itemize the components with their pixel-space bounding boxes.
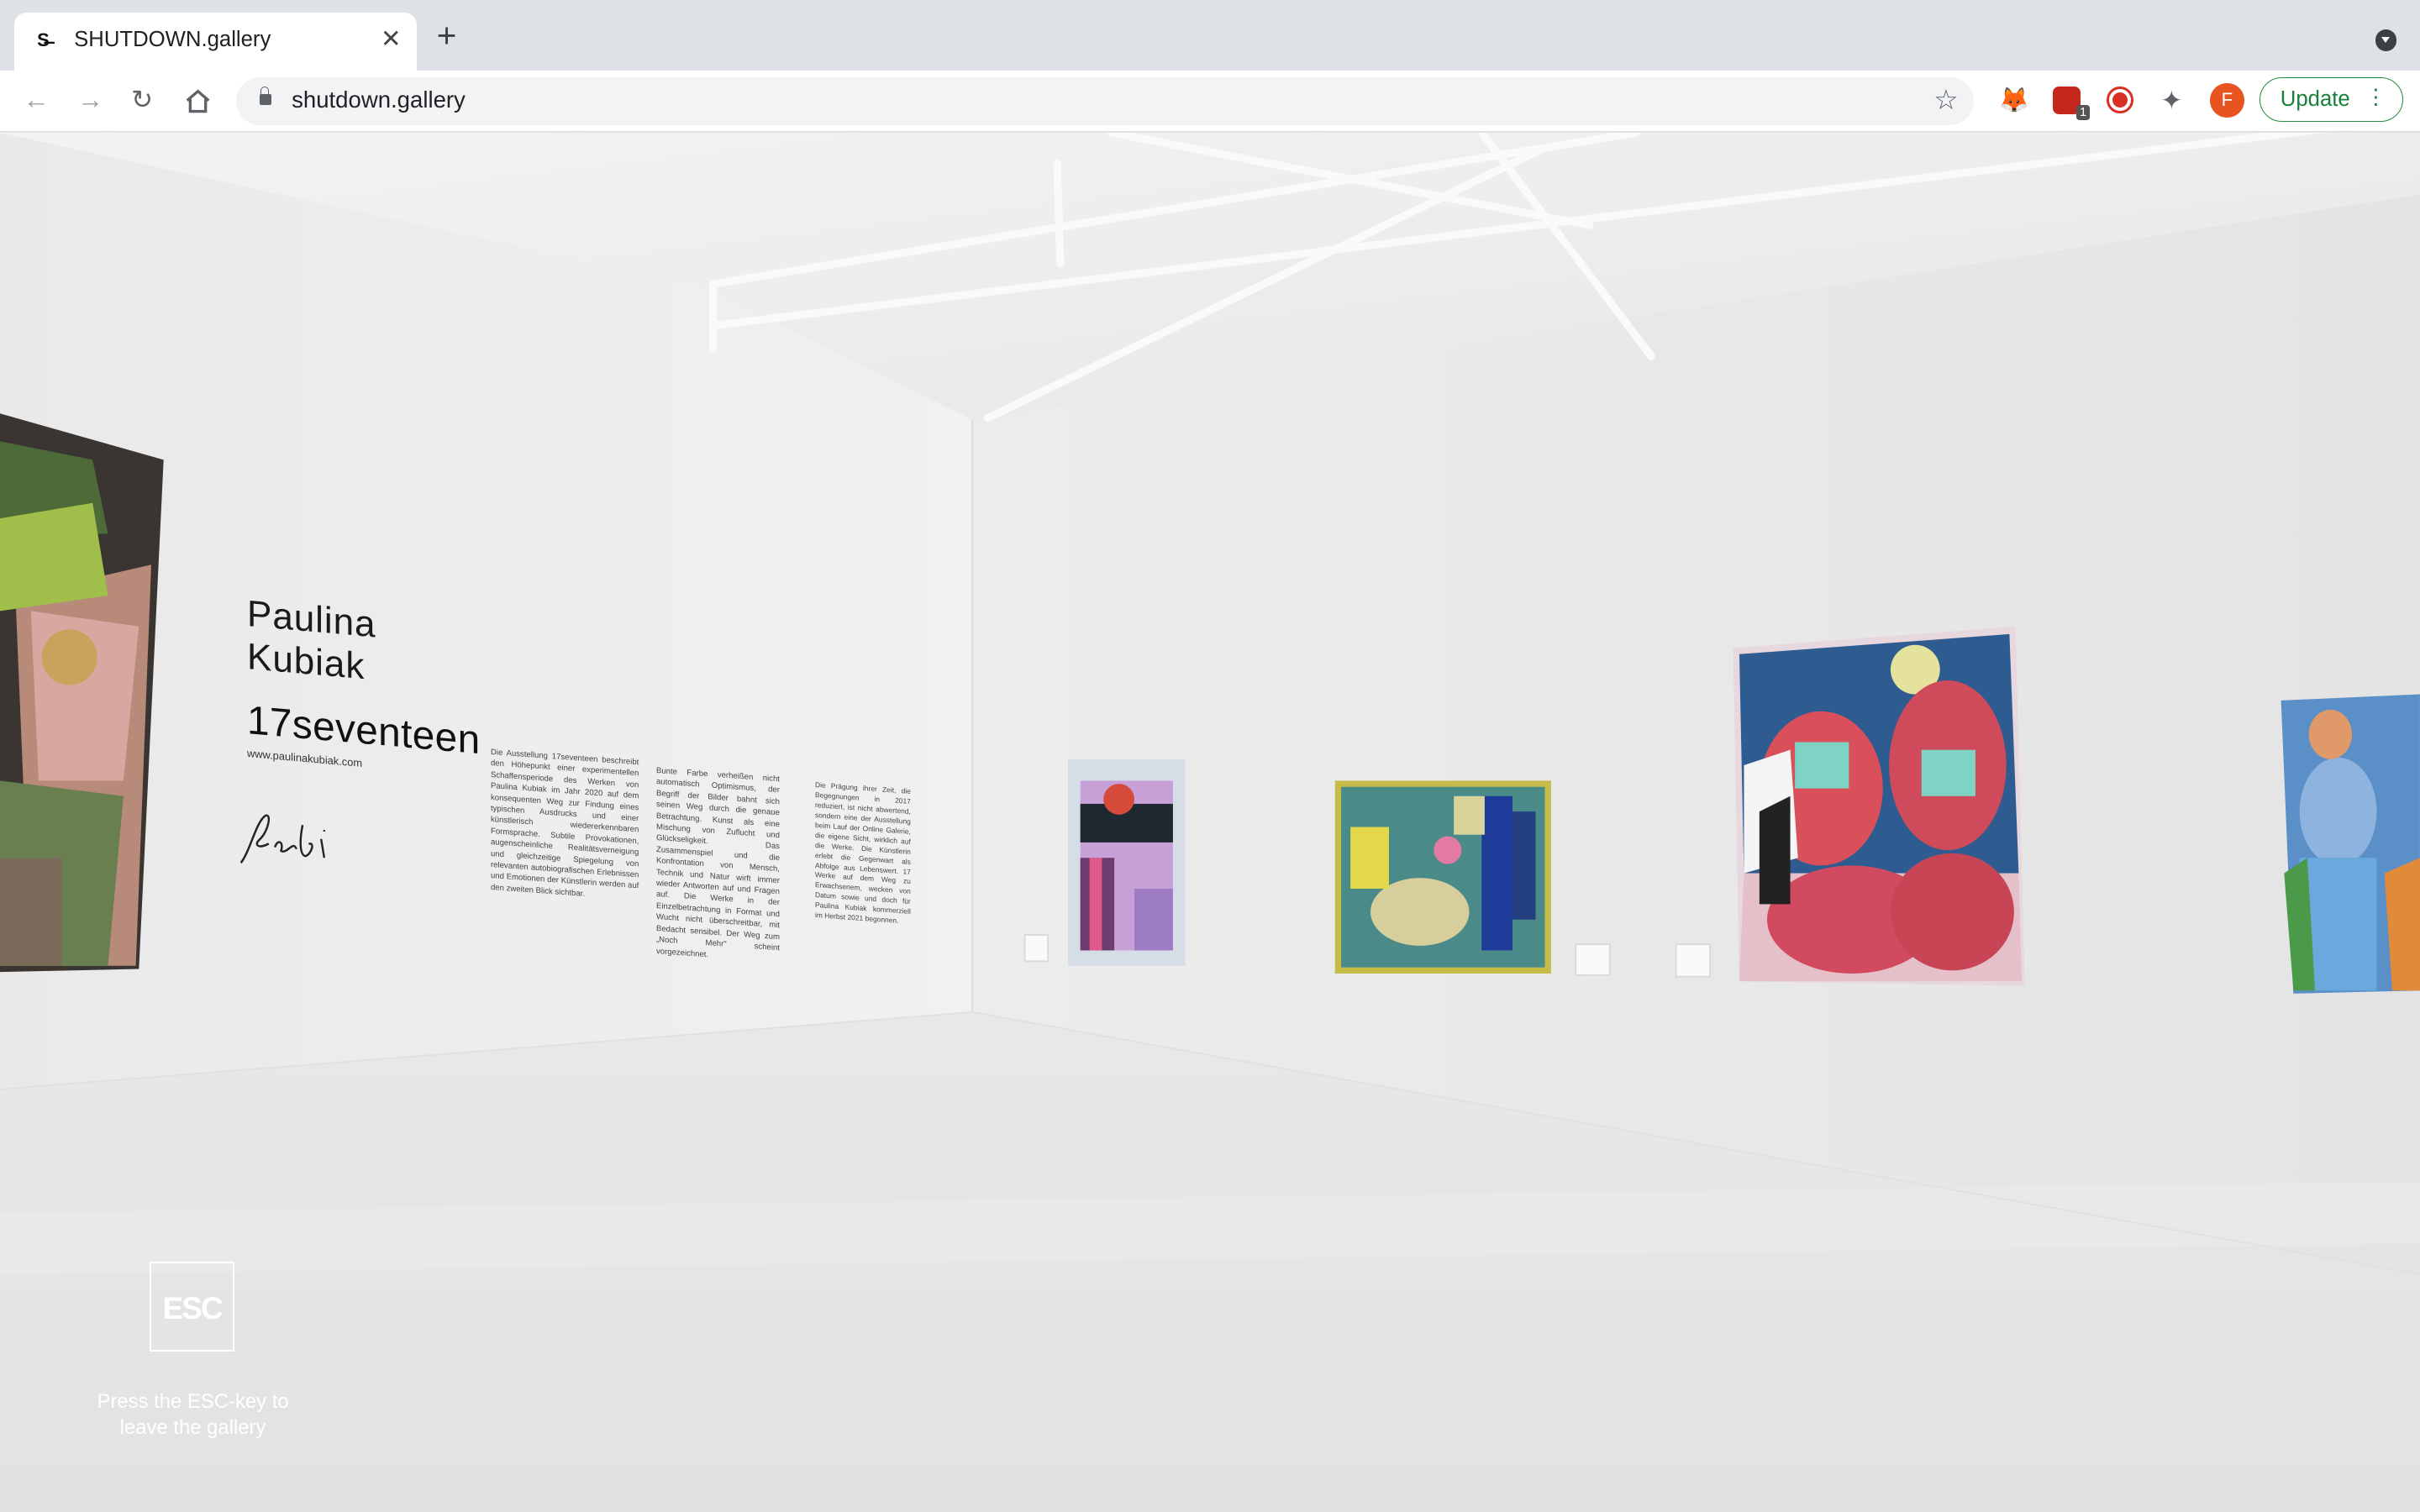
painting-1[interactable] bbox=[1067, 759, 1186, 966]
description-column-2: Bunte Farbe verheißen nicht automatisch … bbox=[655, 766, 780, 959]
address-bar[interactable]: shutdown.gallery ☆ bbox=[236, 76, 1975, 125]
metamask-fox-icon[interactable]: 🦊 bbox=[1999, 87, 2030, 114]
update-label: Update bbox=[2280, 87, 2350, 111]
esc-hint-text: Press the ESC-key to leave the gallery bbox=[97, 1390, 289, 1440]
esc-key-button[interactable]: ESC bbox=[150, 1262, 235, 1352]
painting-4[interactable] bbox=[2281, 694, 2420, 994]
record-icon[interactable] bbox=[2107, 86, 2133, 113]
tab-shutdown-gallery[interactable]: S̶ SHUTDOWN.gallery ✕ bbox=[13, 12, 417, 71]
adblock-badge: 1 bbox=[2076, 104, 2090, 121]
reload-icon[interactable]: ↻ bbox=[131, 83, 153, 117]
tab-search-icon[interactable] bbox=[2375, 29, 2397, 51]
forward-arrow-icon[interactable]: → bbox=[77, 83, 103, 117]
new-tab-button[interactable]: + bbox=[437, 18, 457, 52]
profile-avatar[interactable]: F bbox=[2210, 83, 2244, 118]
browser-toolbar: ← → ↻ shutdown.gallery ☆ 🦊 1 ✦ F Update … bbox=[0, 71, 2420, 133]
esc-key-label: ESC bbox=[162, 1291, 224, 1326]
gallery-3d-viewport[interactable]: Paulina Kubiak 17seventeen www.paulinaku… bbox=[0, 132, 2420, 1512]
description-column-3: Die Prägung ihrer Zeit, die Begegnungen … bbox=[814, 780, 911, 926]
adblock-icon[interactable]: 1 bbox=[2052, 86, 2090, 121]
gallery-room bbox=[0, 132, 2420, 1512]
puzzle-icon[interactable]: ✦ bbox=[2160, 87, 2188, 114]
artist-intro: Paulina Kubiak 17seventeen www.paulinaku… bbox=[239, 592, 480, 864]
back-arrow-icon[interactable]: ← bbox=[24, 83, 50, 117]
tab-strip: S̶ SHUTDOWN.gallery ✕ + bbox=[0, 0, 2420, 71]
shutdown-favicon-icon: S̶ bbox=[37, 29, 50, 50]
description-column-1: Die Ausstellung 17seventeen beschreibt d… bbox=[491, 747, 639, 899]
update-button[interactable]: Update ⋮ bbox=[2259, 76, 2403, 123]
tab-title: SHUTDOWN.gallery bbox=[74, 28, 271, 52]
close-tab-icon[interactable]: ✕ bbox=[381, 24, 402, 54]
lock-icon bbox=[259, 86, 272, 105]
painting-2[interactable] bbox=[1334, 780, 1551, 974]
artist-signature bbox=[239, 815, 325, 864]
home-icon[interactable] bbox=[184, 88, 212, 114]
url-text: shutdown.gallery bbox=[292, 86, 466, 113]
painting-left-edge[interactable] bbox=[0, 413, 164, 973]
bookmark-star-icon[interactable]: ☆ bbox=[1933, 83, 1959, 117]
browser-menu-icon[interactable]: ⋮ bbox=[2365, 86, 2387, 110]
painting-3[interactable] bbox=[1733, 626, 2025, 986]
